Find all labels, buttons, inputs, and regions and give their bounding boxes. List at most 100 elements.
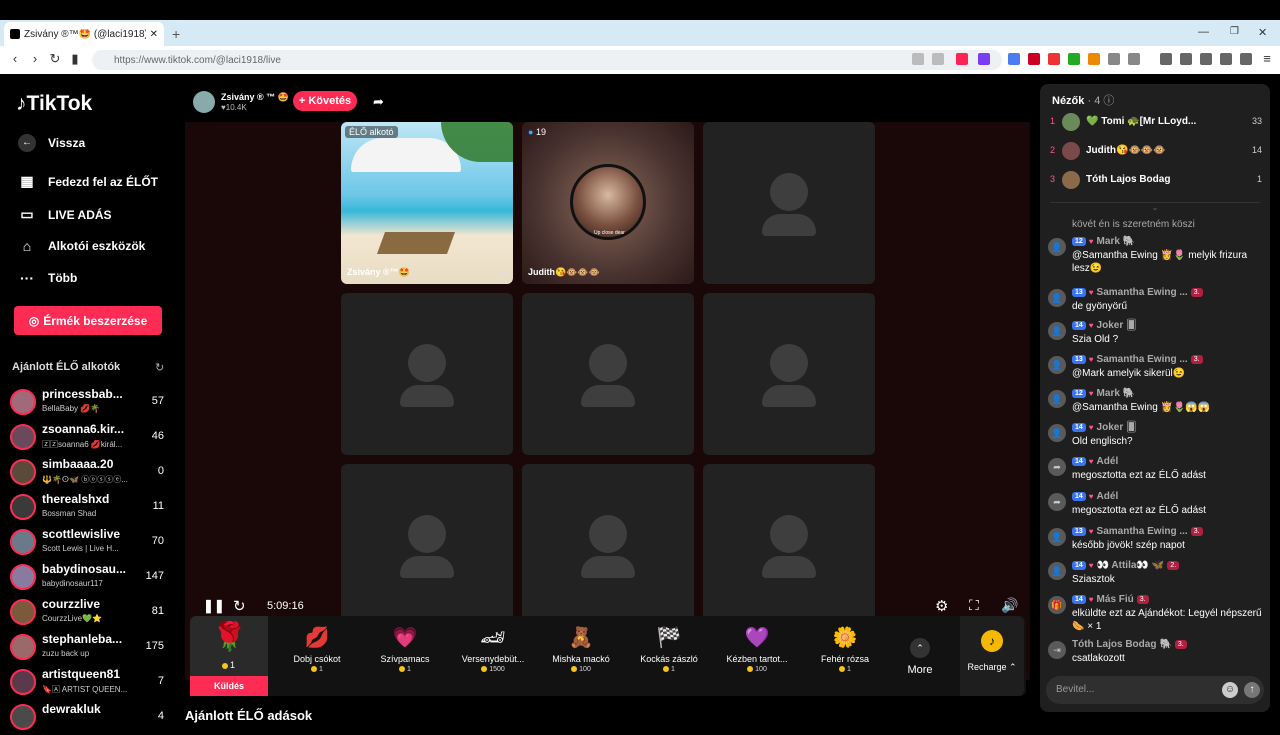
creator-item[interactable]: dewrakluk 4 <box>10 701 170 735</box>
viewer-item[interactable]: 2 Judith😘🐵🐵🐵 14 <box>1050 141 1262 161</box>
creator-name: stephanleba... <box>42 632 123 646</box>
creator-item[interactable]: therealshxd Bossman Shad 11 <box>10 491 170 525</box>
creator-avatar[interactable] <box>10 459 36 485</box>
wallet-icon[interactable] <box>1200 53 1212 65</box>
info-icon[interactable]: ⓘ <box>1103 95 1114 107</box>
recharge-button[interactable]: ♪ Recharge ⌃ <box>960 616 1024 696</box>
gift-item[interactable]: 🌼 Fehér rózsa 1 <box>804 616 886 686</box>
creator-item[interactable]: simbaaaa.20 🔱🌴ⵙ🦋 ⓑⓞⓢⓢⓔ... 0 <box>10 456 170 490</box>
gift-item[interactable]: 💗 Szívpamacs 1 <box>364 616 446 686</box>
more-gifts[interactable]: ⌃ More <box>898 616 942 686</box>
host-avatar[interactable] <box>193 91 215 113</box>
follow-button[interactable]: + Követés <box>293 91 357 111</box>
new-tab-icon[interactable]: + <box>172 26 180 42</box>
beach-chair <box>376 232 456 254</box>
extension-5-icon[interactable] <box>1088 53 1100 65</box>
creator-avatar[interactable] <box>10 599 36 625</box>
maximize-icon[interactable]: ❐ <box>1230 26 1239 37</box>
extension-1-icon[interactable] <box>1008 53 1020 65</box>
menu-icon[interactable]: ≡ <box>1260 52 1274 66</box>
rewards-icon[interactable] <box>978 53 990 65</box>
collapse-divider[interactable]: ⌄ <box>1050 202 1260 212</box>
creator-avatar[interactable] <box>10 669 36 695</box>
empty-seat[interactable] <box>341 293 513 455</box>
creator-item[interactable]: zsoanna6.kir... 🅉🅉soanna6 💋királ... 46 <box>10 421 170 455</box>
refresh-icon[interactable]: ↻ <box>155 361 164 374</box>
emoji-icon[interactable]: ☺ <box>1222 682 1238 698</box>
reload-icon[interactable]: ↻ <box>48 52 62 66</box>
viewer-item[interactable]: 3 Tóth Lajos Bodag 1 <box>1050 170 1262 190</box>
gift-item[interactable]: 💋 Dobj csókot 1 <box>276 616 358 686</box>
creator-item[interactable]: stephanleba... zuzu back up 175 <box>10 631 170 665</box>
host-info[interactable]: Zsivány ® ™ 🤩 ♥10.4K <box>193 90 289 114</box>
back-link[interactable]: ← Vissza <box>18 134 85 152</box>
extension-4-icon[interactable] <box>1068 53 1080 65</box>
brave-shield-icon[interactable] <box>956 53 968 65</box>
empty-seat[interactable] <box>522 293 694 455</box>
viewer-avatar <box>1062 113 1080 131</box>
gift-price: 1 <box>804 666 886 673</box>
selected-gift-rose[interactable]: 🌹 1 Küldés <box>190 616 268 696</box>
creator-item[interactable]: scottlewislive Scott Lewis | Live H... 70 <box>10 526 170 560</box>
minimize-icon[interactable]: — <box>1198 26 1209 38</box>
coin-icon <box>747 666 754 673</box>
nav-live-studio[interactable]: ▭ LIVE ADÁS <box>18 206 111 223</box>
volume-icon[interactable]: 🔊 <box>1001 597 1018 614</box>
forward-icon[interactable]: › <box>28 52 42 66</box>
send-arrow-icon[interactable]: ↑ <box>1244 682 1260 698</box>
browser-tab[interactable]: Zsivány ®™🤩 (@laci1918) É... ✕ <box>4 22 164 46</box>
music-icon[interactable] <box>1160 53 1172 65</box>
gift-item[interactable]: 🏎 Versenydebüt... 1500 <box>452 616 534 686</box>
extension-6-icon[interactable] <box>1108 53 1120 65</box>
gift-name: Versenydebüt... <box>461 654 525 664</box>
viewer-item[interactable]: 1 💚 Tomi 🐢[Mr LLoyd... 33 <box>1050 112 1262 132</box>
chat-input[interactable]: Bevitel... ☺ ↑ <box>1046 676 1264 704</box>
get-coins-button[interactable]: ◎ Érmék beszerzése <box>14 306 162 335</box>
reload-stream-icon[interactable]: ↻ <box>233 597 246 615</box>
back-icon[interactable]: ‹ <box>8 52 22 66</box>
close-tab-icon[interactable]: ✕ <box>150 29 158 40</box>
zoom-icon[interactable] <box>932 53 944 65</box>
sidebar-icon[interactable] <box>1180 53 1192 65</box>
top-strip <box>0 0 1280 20</box>
settings-gear-icon[interactable]: ⚙ <box>935 597 948 615</box>
extension-3-icon[interactable] <box>1048 53 1060 65</box>
creator-avatar[interactable] <box>10 564 36 590</box>
empty-seat[interactable] <box>703 122 875 284</box>
user-avatar: 👤 <box>1048 528 1066 546</box>
gift-item[interactable]: 🧸 Mishka mackó 100 <box>540 616 622 686</box>
host-video-tile[interactable]: ÉLŐ alkotó Zsivány ®™🤩 ⊘ <box>341 122 513 284</box>
creator-avatar[interactable] <box>10 634 36 660</box>
gift-item[interactable]: 🏁 Kockás zászló 1 <box>628 616 710 686</box>
bookmark-icon[interactable]: ▮ <box>68 52 82 66</box>
creator-avatar[interactable] <box>10 704 36 730</box>
creator-item[interactable]: babydinosau... babydinosaur117 147 <box>10 561 170 595</box>
creator-item[interactable]: princessbab... BellaBaby 💋🌴 57 <box>10 386 170 420</box>
guest-video-tile[interactable]: Up close dear ● 19 Judith😘🐵🐵🐵 <box>522 122 694 284</box>
gift-item[interactable]: 💜 Kézben tartot... 100 <box>716 616 798 686</box>
extension-2-icon[interactable] <box>1028 53 1040 65</box>
user-avatar: 👤 <box>1048 238 1066 256</box>
vpn-icon[interactable] <box>1240 53 1252 65</box>
creator-item[interactable]: artistqueen81 🔖🄰 ARTIST QUEEN... 7 <box>10 666 170 700</box>
fullscreen-icon[interactable]: ⛶ <box>969 597 979 614</box>
creator-avatar[interactable] <box>10 424 36 450</box>
gift-name: Kockás zászló <box>640 654 698 664</box>
send-gift-button[interactable]: Küldés <box>190 676 268 696</box>
pause-icon[interactable]: ❚❚ <box>203 598 225 614</box>
creator-item[interactable]: courzzlive CourzzLive💚⭐ 81 <box>10 596 170 630</box>
translate-icon[interactable] <box>912 53 924 65</box>
creator-avatar[interactable] <box>10 389 36 415</box>
nav-explore-live[interactable]: ▦ Fedezd fel az ÉLŐT <box>18 173 158 190</box>
leo-icon[interactable] <box>1220 53 1232 65</box>
nav-creator-tools[interactable]: ⌂ Alkotói eszközök <box>18 238 146 254</box>
nav-more[interactable]: ··· Több <box>18 270 77 286</box>
tiktok-logo[interactable]: ♪TikTok <box>16 92 92 116</box>
close-window-icon[interactable]: ✕ <box>1258 26 1267 39</box>
empty-seat[interactable] <box>703 293 875 455</box>
extension-7-icon[interactable] <box>1128 53 1140 65</box>
creator-avatar[interactable] <box>10 494 36 520</box>
share-icon[interactable]: ➦ <box>373 94 384 110</box>
url-input[interactable]: https://www.tiktok.com/@laci1918/live <box>92 50 1002 70</box>
creator-avatar[interactable] <box>10 529 36 555</box>
